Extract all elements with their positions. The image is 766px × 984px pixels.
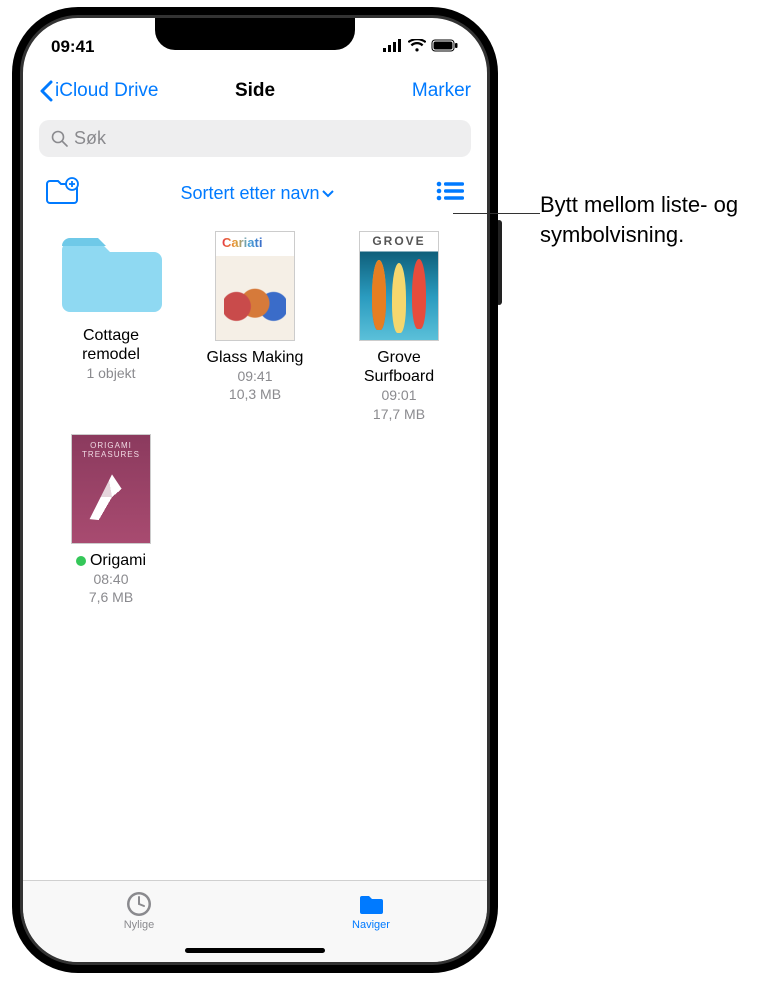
toolbar: Sortert etter navn	[23, 165, 487, 220]
sync-status-dot	[76, 556, 86, 566]
search-input[interactable]: Søk	[39, 120, 471, 157]
document-thumbnail	[208, 230, 302, 342]
phone-frame: 09:41 iCloud Drive Side Marker Søk	[20, 15, 490, 965]
volume-down-button[interactable]	[12, 290, 18, 350]
item-time: 09:01	[381, 386, 416, 404]
item-name: Cottageremodel	[82, 326, 140, 364]
mute-switch[interactable]	[12, 155, 18, 190]
item-size: 10,3 MB	[229, 385, 281, 403]
select-button[interactable]: Marker	[412, 80, 471, 102]
search-placeholder: Søk	[74, 128, 106, 149]
wifi-icon	[408, 37, 426, 57]
item-name: GroveSurfboard	[364, 348, 434, 386]
file-item-folder[interactable]: Cottageremodel 1 objekt	[41, 230, 181, 423]
tab-label: Naviger	[352, 919, 390, 931]
item-name: Origami	[76, 551, 146, 570]
status-time: 09:41	[51, 37, 94, 57]
file-item-document[interactable]: GroveSurfboard 09:01 17,7 MB	[329, 230, 469, 423]
file-item-document[interactable]: Origami 08:40 7,6 MB	[41, 433, 181, 607]
power-button[interactable]	[496, 220, 502, 305]
item-meta: 1 objekt	[86, 364, 135, 382]
folder-icon	[356, 889, 386, 919]
notch	[155, 18, 355, 50]
view-toggle-button[interactable]	[435, 180, 465, 207]
item-time: 09:41	[237, 367, 272, 385]
document-thumbnail	[64, 433, 158, 545]
file-item-document[interactable]: Glass Making 09:41 10,3 MB	[185, 230, 325, 423]
item-size: 17,7 MB	[373, 405, 425, 423]
chevron-left-icon	[39, 80, 53, 102]
search-icon	[51, 130, 68, 147]
sort-label: Sortert etter navn	[180, 183, 319, 204]
chevron-down-icon	[322, 190, 334, 198]
back-button[interactable]: iCloud Drive	[39, 80, 158, 102]
page-title: Side	[235, 80, 275, 102]
callout-text: Bytt mellom liste- og symbolvisning.	[540, 190, 750, 249]
new-folder-button[interactable]	[45, 177, 79, 210]
callout-leader-line	[453, 213, 540, 214]
volume-up-button[interactable]	[12, 215, 18, 275]
battery-icon	[431, 37, 459, 57]
item-time: 08:40	[93, 570, 128, 588]
back-label: iCloud Drive	[55, 80, 158, 102]
cellular-icon	[383, 37, 403, 57]
document-thumbnail	[352, 230, 446, 342]
folder-icon	[56, 230, 166, 320]
tab-label: Nylige	[124, 919, 155, 931]
files-grid: Cottageremodel 1 objekt Glass Making 09:…	[23, 220, 487, 616]
item-name: Glass Making	[207, 348, 304, 367]
clock-icon	[124, 889, 154, 919]
nav-bar: iCloud Drive Side Marker	[23, 66, 487, 116]
sort-button[interactable]: Sortert etter navn	[180, 183, 333, 204]
home-indicator[interactable]	[185, 948, 325, 953]
item-size: 7,6 MB	[89, 588, 133, 606]
